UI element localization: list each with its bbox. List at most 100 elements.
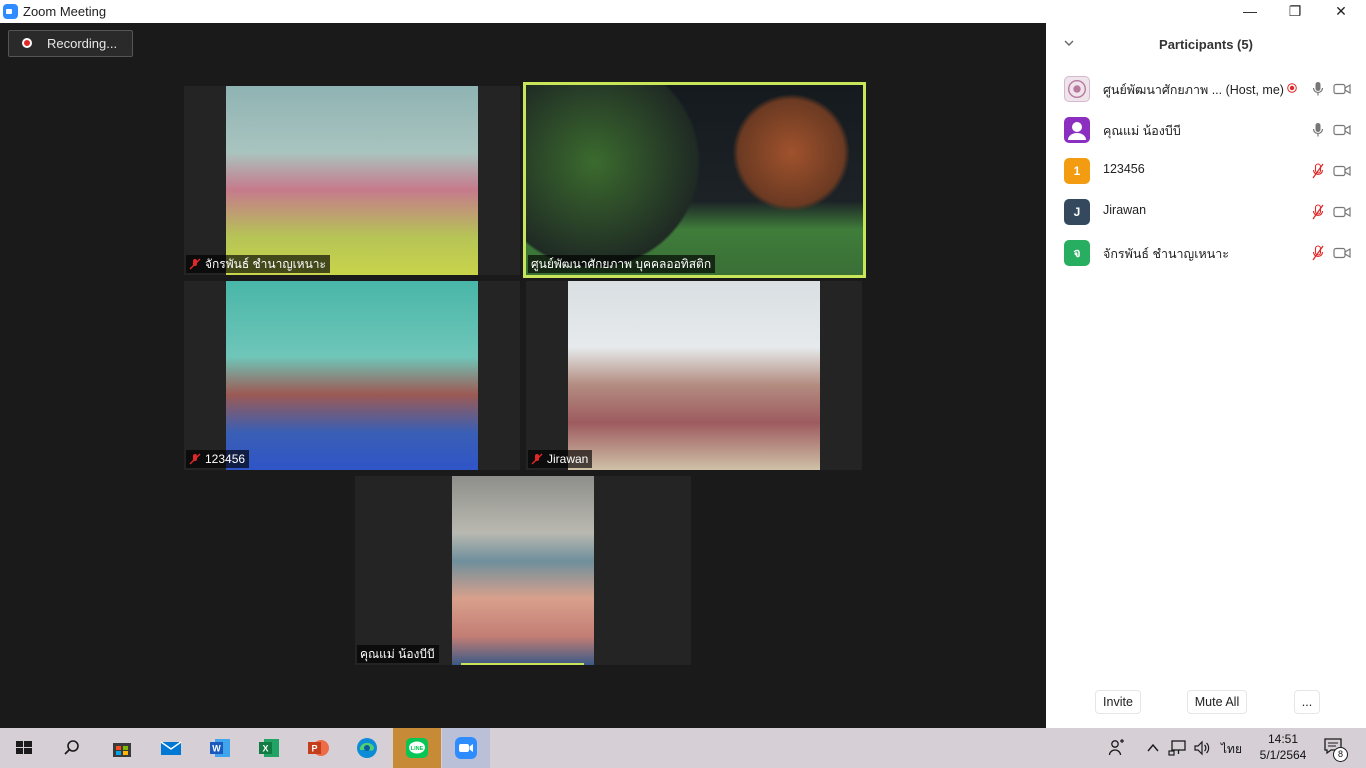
mic-muted-icon [531, 453, 543, 465]
microphone-icon[interactable] [1312, 81, 1324, 97]
taskbar-app-powerpoint[interactable]: P [294, 728, 342, 768]
mic-muted-icon [189, 453, 201, 465]
start-button[interactable] [0, 728, 48, 768]
microsoft-store-icon [113, 743, 131, 757]
participant-row[interactable]: J Jirawan [1046, 191, 1366, 231]
windows-taskbar: W X P LINE ไทย 14:51 5/1/2564 8 [0, 728, 1366, 768]
clock[interactable]: 14:51 5/1/2564 [1258, 731, 1308, 763]
search-icon [64, 740, 79, 755]
restore-button[interactable]: ❐ [1280, 2, 1310, 22]
participant-name: 123456 [205, 452, 246, 466]
video-feed [526, 85, 863, 275]
minimize-button[interactable]: — [1235, 2, 1265, 22]
participant-name: ศูนย์พัฒนาศักยภาพ ... (Host, me) [1103, 83, 1284, 97]
participant-name: Jirawan [1103, 203, 1147, 217]
zoom-app-icon [3, 4, 18, 19]
title-bar: Zoom Meeting — ❐ ✕ [0, 0, 1366, 23]
microphone-icon[interactable] [1312, 122, 1324, 138]
excel-icon: X [259, 739, 279, 757]
more-button[interactable]: ... [1294, 690, 1320, 714]
svg-text:LINE: LINE [411, 746, 424, 752]
microphone-muted-icon[interactable] [1312, 163, 1324, 179]
video-tile-participant[interactable]: คุณแม่ น้องบีบี [355, 476, 691, 665]
participant-name: Jirawan [547, 452, 589, 466]
user-avatar-icon [1068, 122, 1086, 140]
video-tile-participant[interactable]: 123456 [184, 281, 520, 470]
recording-icon [1287, 83, 1297, 93]
taskbar-app-edge[interactable] [343, 728, 391, 768]
close-button[interactable]: ✕ [1326, 2, 1356, 22]
taskbar-app-line[interactable]: LINE [393, 728, 441, 768]
participant-row[interactable]: จ จักรพันธ์ ชำนาญเหนาะ [1046, 232, 1366, 272]
video-tile-participant[interactable]: จักรพันธ์ ชำนาญเหนาะ [184, 86, 520, 275]
word-icon: W [210, 739, 230, 757]
speaking-indicator [461, 663, 584, 665]
participant-name: คุณแม่ น้องบีบี [360, 647, 435, 661]
participant-name: 123456 [1103, 162, 1145, 176]
participants-panel: Participants (5) ศูนย์พัฒนาศักยภาพ ... (… [1046, 23, 1366, 728]
record-dot-icon [22, 38, 32, 48]
taskbar-app-mail[interactable] [147, 728, 195, 768]
input-language[interactable]: ไทย [1221, 740, 1242, 759]
network-icon[interactable] [1168, 739, 1188, 757]
taskbar-app-zoom[interactable] [442, 728, 490, 768]
invite-button[interactable]: Invite [1095, 690, 1141, 714]
recording-indicator[interactable]: Recording... [8, 30, 133, 57]
camera-off-icon[interactable] [1333, 82, 1351, 96]
camera-off-icon[interactable] [1333, 246, 1351, 260]
clock-date: 5/1/2564 [1259, 748, 1307, 762]
video-tile-participant[interactable]: Jirawan [526, 281, 862, 470]
video-feed [568, 281, 820, 470]
search-button[interactable] [48, 728, 96, 768]
recording-label: Recording... [47, 36, 118, 51]
participant-name-tag: Jirawan [528, 450, 593, 468]
participant-name: คุณแม่ น้องบีบี [1103, 124, 1181, 138]
people-icon[interactable] [1108, 739, 1126, 757]
notification-center[interactable]: 8 [1323, 737, 1348, 762]
participant-name-tag: 123456 [186, 450, 250, 468]
video-feed [226, 281, 478, 470]
participants-title: Participants (5) [1159, 37, 1253, 52]
participant-row[interactable]: คุณแม่ น้องบีบี [1046, 109, 1366, 149]
svg-text:X: X [262, 744, 268, 754]
edge-icon [357, 738, 377, 758]
mail-icon [160, 741, 182, 755]
participant-name: จักรพันธ์ ชำนาญเหนาะ [205, 257, 326, 271]
chevron-up-icon[interactable] [1146, 742, 1160, 754]
host-tag: (Host, me) [1225, 83, 1284, 97]
video-tile-active-speaker[interactable]: ศูนย์พัฒนาศักยภาพ บุคคลออทิสติก [523, 82, 866, 278]
logo-avatar-icon [1068, 80, 1086, 98]
video-feed [452, 476, 594, 665]
powerpoint-icon: P [308, 740, 329, 756]
taskbar-app-word[interactable]: W [196, 728, 244, 768]
taskbar-app-excel[interactable]: X [245, 728, 293, 768]
participant-name-tag: คุณแม่ น้องบีบี [357, 645, 439, 663]
camera-off-icon[interactable] [1333, 123, 1351, 137]
camera-off-icon[interactable] [1333, 164, 1351, 178]
participant-name: จักรพันธ์ ชำนาญเหนาะ [1103, 247, 1230, 261]
participant-row[interactable]: ศูนย์พัฒนาศักยภาพ ... (Host, me) [1046, 68, 1366, 108]
microphone-muted-icon[interactable] [1312, 204, 1324, 220]
avatar: J [1064, 199, 1090, 225]
svg-text:P: P [311, 744, 317, 754]
volume-icon[interactable] [1193, 739, 1211, 757]
window-title: Zoom Meeting [23, 4, 107, 19]
participant-row[interactable]: 1 123456 [1046, 150, 1366, 190]
avatar: จ [1064, 240, 1090, 266]
video-gallery: Recording... จักรพันธ์ ชำนาญเหนาะ ศูนย์พ… [0, 23, 1046, 728]
windows-logo-icon [16, 741, 32, 754]
clock-time: 14:51 [1267, 732, 1299, 746]
avatar [1064, 117, 1090, 143]
participant-name-tag: จักรพันธ์ ชำนาญเหนาะ [186, 255, 330, 273]
mic-muted-icon [189, 258, 201, 270]
participants-header: Participants (5) [1046, 23, 1366, 67]
microphone-muted-icon[interactable] [1312, 245, 1324, 261]
taskbar-app-store[interactable] [98, 728, 146, 768]
mute-all-button[interactable]: Mute All [1187, 690, 1247, 714]
line-icon: LINE [406, 738, 428, 758]
notification-count: 8 [1333, 747, 1348, 762]
video-feed [226, 86, 478, 275]
avatar: 1 [1064, 158, 1090, 184]
camera-off-icon[interactable] [1333, 205, 1351, 219]
svg-text:W: W [212, 744, 221, 754]
